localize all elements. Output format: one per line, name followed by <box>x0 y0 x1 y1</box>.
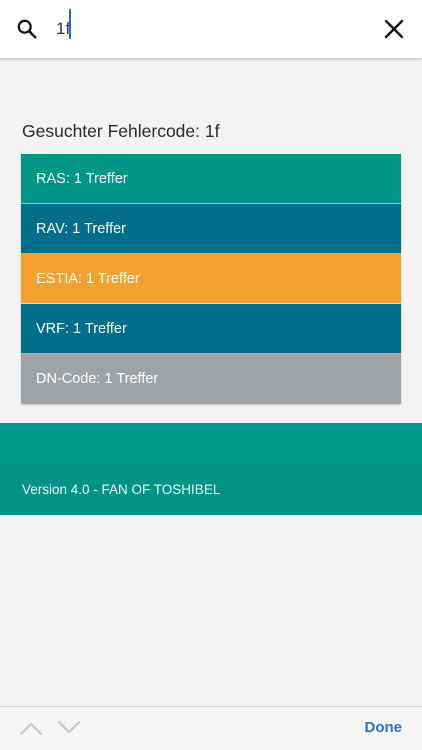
footer-version-bar: Version 4.0 - FAN OF TOSHIBEL <box>0 464 422 515</box>
result-item-label: RAS: 1 Treffer <box>36 170 128 187</box>
result-heading: Gesuchter Fehlercode: 1f <box>22 121 220 141</box>
result-item-rav[interactable]: RAV: 1 Treffer <box>21 204 401 254</box>
result-item-ras[interactable]: RAS: 1 Treffer <box>21 154 401 204</box>
result-item-vrf[interactable]: VRF: 1 Treffer <box>21 304 401 354</box>
search-icon <box>17 19 37 39</box>
search-input[interactable] <box>50 12 350 46</box>
result-item-label: DN-Code: 1 Treffer <box>36 371 159 387</box>
result-item-label: RAV: 1 Treffer <box>36 220 126 237</box>
chevron-up-icon[interactable] <box>20 721 42 735</box>
result-item-label: ESTIA: 1 Treffer <box>36 270 140 287</box>
version-text: Version 4.0 - FAN OF TOSHIBEL <box>22 482 221 497</box>
result-item-label: VRF: 1 Treffer <box>36 320 127 337</box>
chevron-down-icon[interactable] <box>58 721 80 735</box>
result-list: RAS: 1 Treffer RAV: 1 Treffer ESTIA: 1 T… <box>21 154 401 404</box>
footer-band-top <box>0 423 422 464</box>
app-screen: Gesuchter Fehlercode: 1f RAS: 1 Treffer … <box>0 0 422 750</box>
done-button[interactable]: Done <box>365 719 403 736</box>
search-bar <box>0 0 422 58</box>
close-icon[interactable] <box>382 17 406 41</box>
text-caret <box>69 9 71 39</box>
result-item-estia[interactable]: ESTIA: 1 Treffer <box>21 254 401 304</box>
keyboard-accessory-bar: Done <box>0 706 422 750</box>
result-item-dn-code[interactable]: DN-Code: 1 Treffer <box>21 354 401 404</box>
